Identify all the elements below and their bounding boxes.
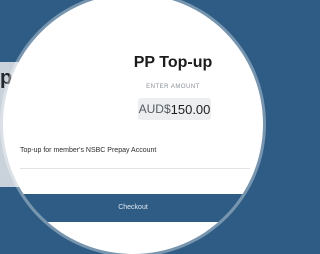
topup-card: PP Top-up ENTER AMOUNT AUD$ 150.00 Top-u… (3, 0, 263, 254)
topup-description: Top-up for member's NSBC Prepay Account (20, 147, 157, 154)
divider (20, 168, 250, 169)
amount-currency: AUD$ (138, 102, 171, 116)
magnified-card-lens: PP Top-up ENTER AMOUNT AUD$ 150.00 Top-u… (3, 0, 263, 254)
checkout-button[interactable]: Checkout (3, 194, 263, 222)
enter-amount-label: ENTER AMOUNT (146, 84, 200, 90)
page-title: PP Top-up (133, 54, 213, 71)
amount-value: 150.00 (170, 101, 211, 117)
amount-input[interactable]: AUD$ 150.00 (138, 98, 211, 120)
